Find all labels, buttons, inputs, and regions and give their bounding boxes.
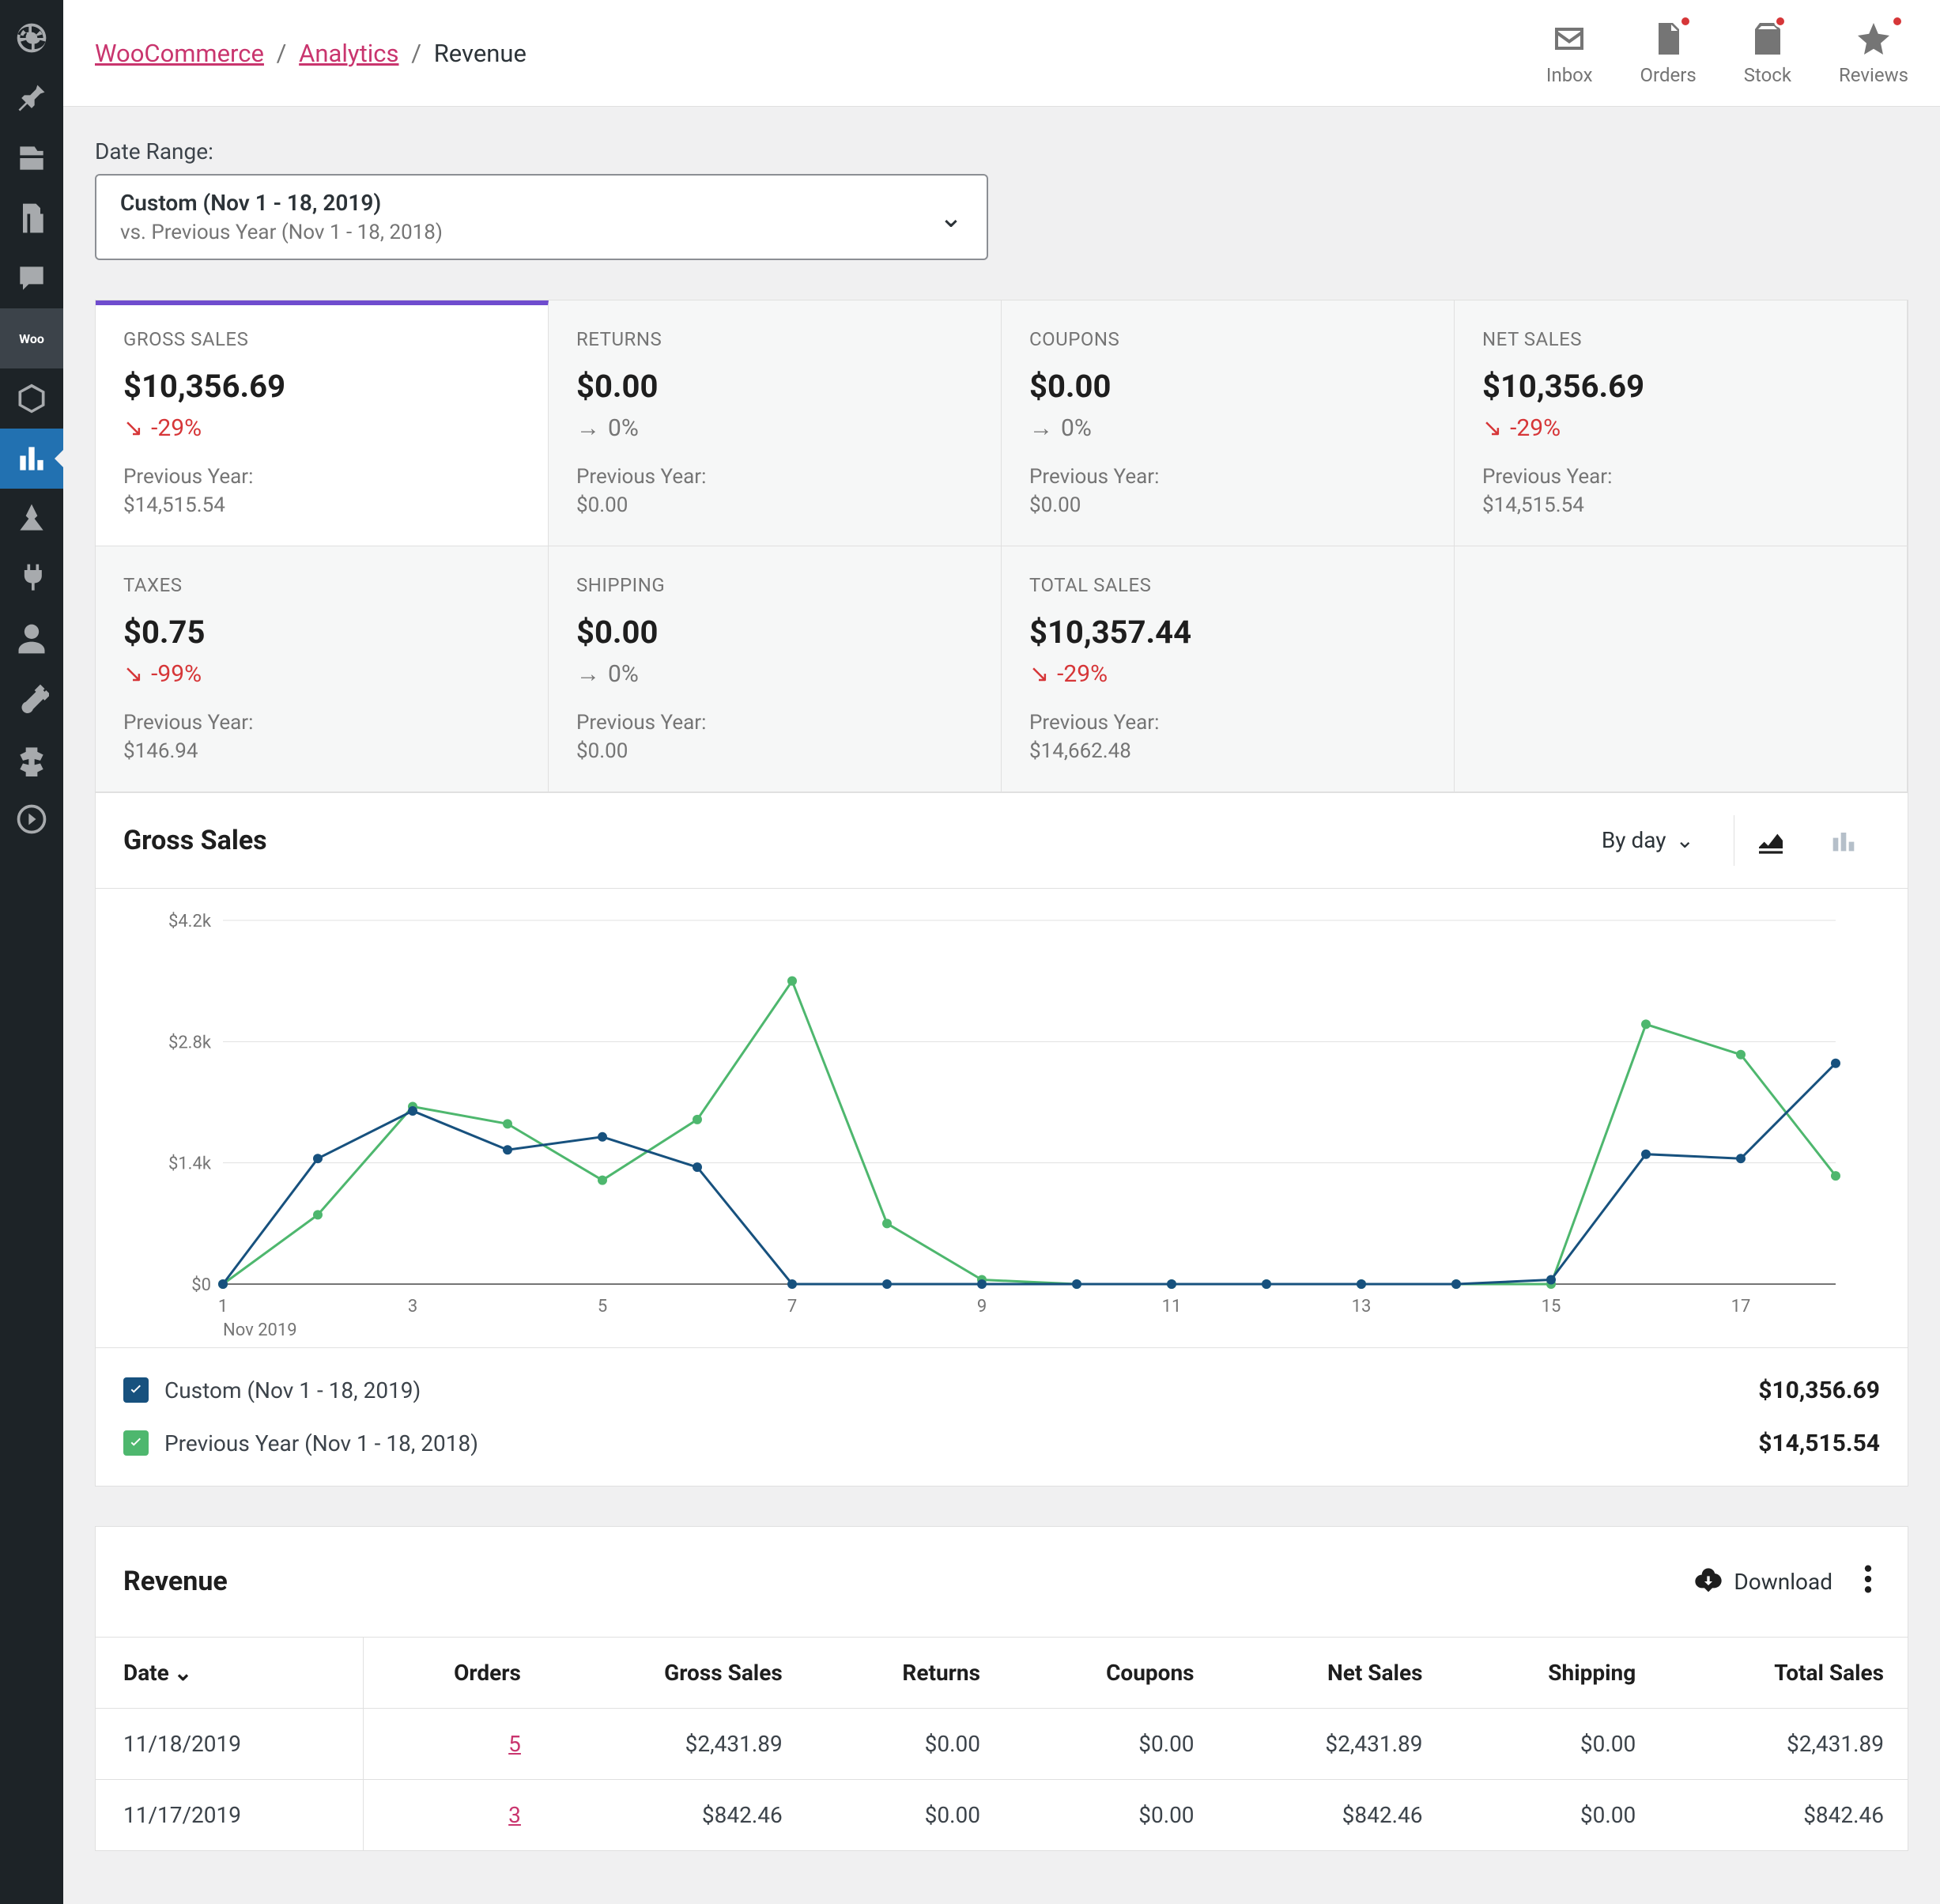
svg-text:11: 11 [1162, 1297, 1182, 1317]
legend-value-primary: $10,356.69 [1758, 1377, 1880, 1404]
svg-text:1: 1 [218, 1297, 228, 1317]
table-header-net-sales[interactable]: Net Sales [1218, 1637, 1447, 1708]
activity-panel: Inbox Orders Stock Reviews [1546, 20, 1908, 86]
legend-label-secondary: Previous Year (Nov 1 - 18, 2018) [164, 1430, 1758, 1456]
chart-title: Gross Sales [123, 825, 1586, 856]
activity-reviews[interactable]: Reviews [1839, 20, 1908, 86]
trend-arrow-icon: ↘ [1482, 414, 1502, 442]
admin-sidebar: Woo [0, 0, 63, 1904]
dashboard-icon[interactable] [0, 8, 63, 68]
notification-dot [1679, 15, 1692, 28]
pages-icon[interactable] [0, 188, 63, 248]
activity-orders[interactable]: Orders [1640, 20, 1697, 86]
table-header-total-sales[interactable]: Total Sales [1659, 1637, 1908, 1708]
trend-arrow-icon: ↘ [1029, 660, 1049, 688]
tools-icon[interactable] [0, 669, 63, 729]
table-title: Revenue [123, 1566, 1693, 1597]
table-header-date[interactable]: Date ⌄ [96, 1637, 364, 1708]
table-more-menu[interactable] [1856, 1555, 1880, 1608]
revenue-table-section: Revenue Download Date ⌄OrdersGross Sales… [95, 1526, 1908, 1851]
orders-link[interactable]: 3 [364, 1779, 545, 1850]
table-header-orders[interactable]: Orders [364, 1637, 545, 1708]
notification-dot [1891, 15, 1904, 28]
date-range-picker[interactable]: Custom (Nov 1 - 18, 2019) vs. Previous Y… [95, 174, 988, 260]
summary-returns[interactable]: RETURNS$0.00→0%Previous Year:$0.00 [549, 300, 1002, 546]
table-row: 11/18/20195$2,431.89$0.00$0.00$2,431.89$… [96, 1708, 1908, 1779]
trend-arrow-icon: ↘ [123, 414, 143, 442]
svg-text:$1.4k: $1.4k [168, 1154, 212, 1173]
table-header-coupons[interactable]: Coupons [1004, 1637, 1218, 1708]
sort-desc-icon: ⌄ [174, 1660, 192, 1686]
summary-taxes[interactable]: TAXES$0.75↘-99%Previous Year:$146.94 [96, 546, 549, 792]
chevron-down-icon: ⌄ [1676, 827, 1694, 853]
svg-text:Nov 2019: Nov 2019 [223, 1320, 297, 1340]
notification-dot [1774, 15, 1787, 28]
products-icon[interactable] [0, 368, 63, 429]
chevron-down-icon: ⌄ [939, 201, 963, 234]
comments-icon[interactable] [0, 248, 63, 308]
svg-text:3: 3 [408, 1297, 417, 1317]
revenue-table: Date ⌄OrdersGross SalesReturnsCouponsNet… [96, 1637, 1908, 1850]
svg-text:$2.8k: $2.8k [168, 1033, 212, 1052]
legend-checkbox-secondary[interactable] [123, 1430, 149, 1456]
svg-text:7: 7 [787, 1297, 797, 1317]
activity-stock[interactable]: Stock [1744, 20, 1791, 86]
chart-interval-picker[interactable]: By day ⌄ [1586, 819, 1710, 861]
breadcrumb-woocommerce[interactable]: WooCommerce [95, 39, 264, 68]
trend-arrow-icon: ↘ [123, 660, 143, 688]
analytics-icon[interactable] [0, 429, 63, 489]
chart-legend: Custom (Nov 1 - 18, 2019) $10,356.69 Pre… [96, 1347, 1908, 1486]
svg-text:$0: $0 [191, 1275, 211, 1295]
svg-text:17: 17 [1731, 1297, 1751, 1317]
activity-inbox[interactable]: Inbox [1546, 20, 1593, 86]
pin-icon[interactable] [0, 68, 63, 128]
trend-arrow-icon: → [576, 414, 600, 442]
summary-coupons[interactable]: COUPONS$0.00→0%Previous Year:$0.00 [1002, 300, 1455, 546]
top-bar: WooCommerce / Analytics / Revenue Inbox … [63, 0, 1940, 107]
download-button[interactable]: Download [1693, 1566, 1832, 1597]
summary-shipping[interactable]: SHIPPING$0.00→0%Previous Year:$0.00 [549, 546, 1002, 792]
summary-numbers: GROSS SALES$10,356.69↘-29%Previous Year:… [95, 300, 1908, 793]
appearance-icon[interactable] [0, 489, 63, 549]
users-icon[interactable] [0, 609, 63, 669]
svg-text:13: 13 [1352, 1297, 1372, 1317]
svg-text:9: 9 [977, 1297, 987, 1317]
summary-net-sales[interactable]: NET SALES$10,356.69↘-29%Previous Year:$1… [1455, 300, 1908, 546]
summary-empty [1455, 546, 1908, 792]
legend-checkbox-primary[interactable] [123, 1377, 149, 1403]
table-header-shipping[interactable]: Shipping [1446, 1637, 1659, 1708]
svg-text:5: 5 [598, 1297, 607, 1317]
settings-icon[interactable] [0, 729, 63, 789]
trend-arrow-icon: → [1029, 414, 1053, 442]
chart-line-mode[interactable] [1734, 815, 1807, 866]
legend-label-primary: Custom (Nov 1 - 18, 2019) [164, 1377, 1758, 1403]
legend-value-secondary: $14,515.54 [1758, 1430, 1880, 1457]
summary-gross-sales[interactable]: GROSS SALES$10,356.69↘-29%Previous Year:… [96, 300, 549, 546]
svg-text:15: 15 [1542, 1297, 1561, 1317]
breadcrumb-current: Revenue [434, 39, 527, 68]
trend-arrow-icon: → [576, 660, 600, 688]
breadcrumb: WooCommerce / Analytics / Revenue [95, 39, 1546, 68]
collapse-icon[interactable] [0, 789, 63, 849]
table-header-gross-sales[interactable]: Gross Sales [545, 1637, 806, 1708]
woocommerce-icon[interactable]: Woo [0, 308, 63, 368]
table-row: 11/17/20193$842.46$0.00$0.00$842.46$0.00… [96, 1779, 1908, 1850]
chart-section: Gross Sales By day ⌄ $0$1.4k$2.8k$4.2k13… [95, 793, 1908, 1487]
media-icon[interactable] [0, 128, 63, 188]
date-range-label: Date Range: [95, 138, 1908, 164]
plugins-icon[interactable] [0, 549, 63, 609]
orders-link[interactable]: 5 [364, 1708, 545, 1779]
chart-canvas: $0$1.4k$2.8k$4.2k1357911131517Nov 2019 [123, 905, 1880, 1347]
breadcrumb-analytics[interactable]: Analytics [299, 39, 398, 68]
chart-bar-mode[interactable] [1807, 815, 1880, 866]
summary-total-sales[interactable]: TOTAL SALES$10,357.44↘-29%Previous Year:… [1002, 546, 1455, 792]
table-header-returns[interactable]: Returns [806, 1637, 1004, 1708]
svg-text:$4.2k: $4.2k [168, 912, 212, 931]
